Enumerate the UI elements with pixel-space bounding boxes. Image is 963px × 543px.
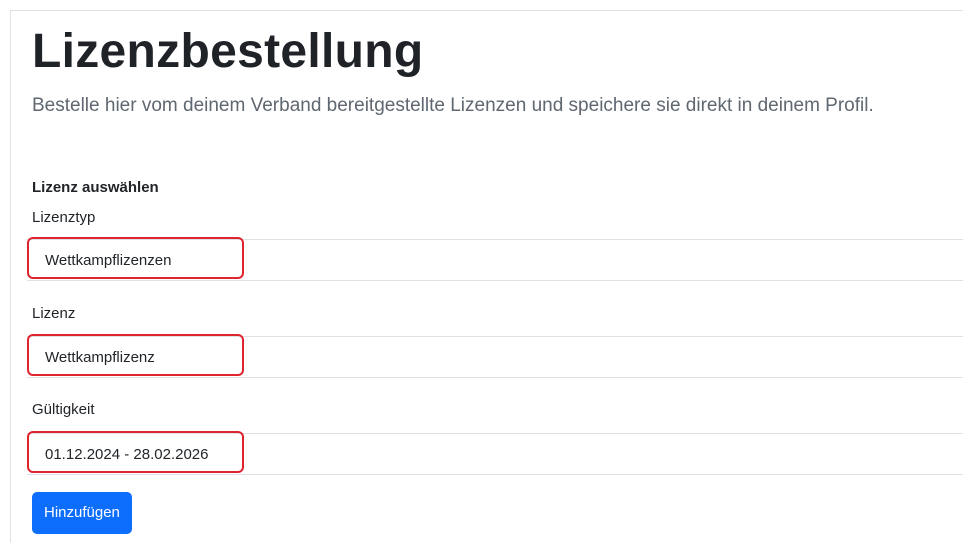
validity-select[interactable]: 01.12.2024 - 28.02.2026 [27,431,963,475]
license-value: Wettkampflizenz [45,349,155,366]
add-button[interactable]: Hinzufügen [32,492,132,534]
license-type-select[interactable]: Wettkampflizenzen [27,237,963,281]
license-label: Lizenz [32,305,76,322]
license-select[interactable]: Wettkampflizenz [27,334,963,378]
validity-label: Gültigkeit [32,401,95,418]
license-type-label: Lizenztyp [32,209,96,226]
page-title: Lizenzbestellung [32,25,424,78]
license-type-value: Wettkampflizenzen [45,252,172,269]
section-heading: Lizenz auswählen [32,179,159,196]
validity-value: 01.12.2024 - 28.02.2026 [45,446,209,463]
page-subtitle: Bestelle hier vom deinem Verband bereitg… [32,95,874,116]
